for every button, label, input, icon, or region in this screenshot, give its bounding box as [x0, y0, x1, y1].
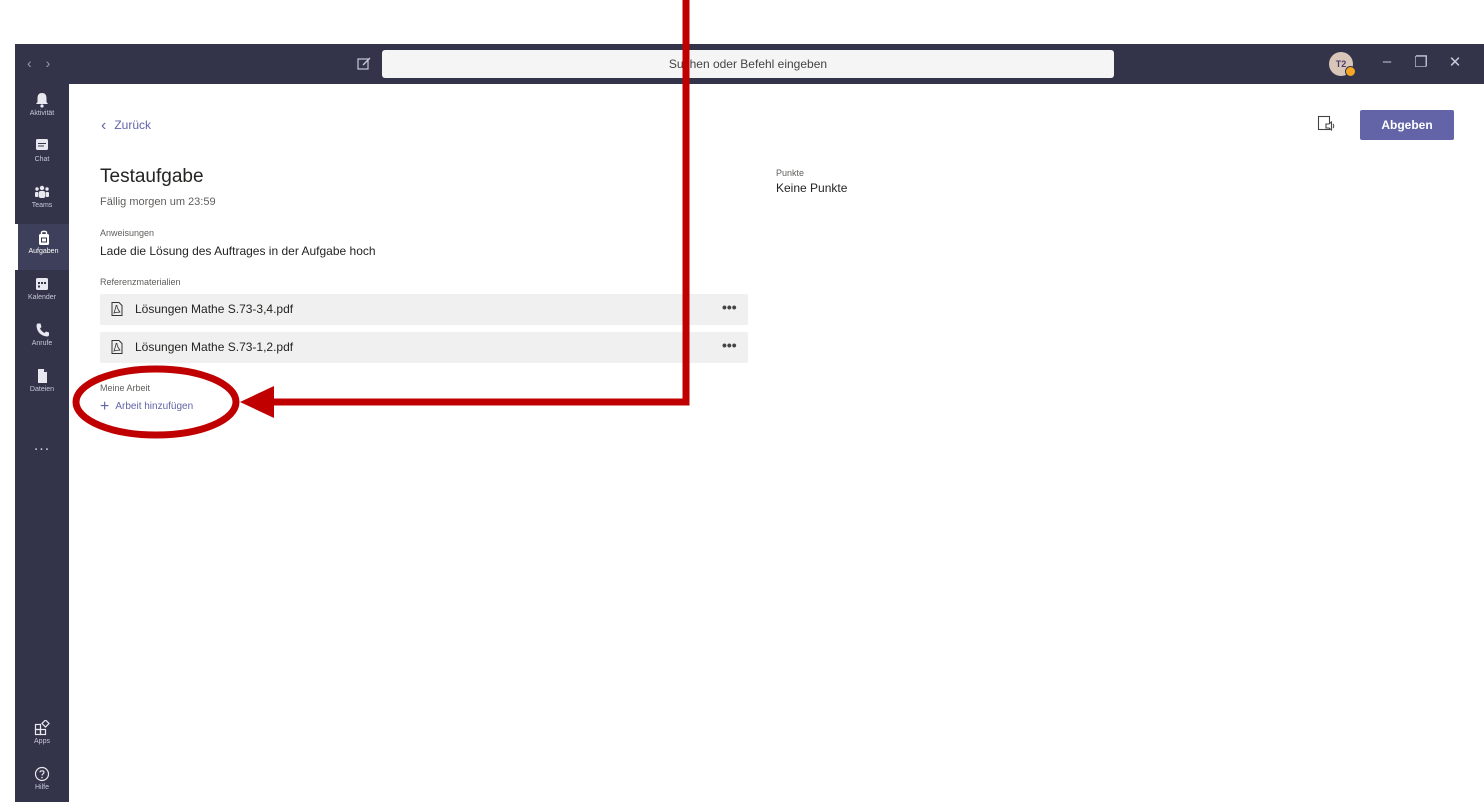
compose-icon[interactable] — [355, 55, 373, 73]
more-options-icon[interactable]: ••• — [722, 299, 737, 315]
sidebar-item-activity[interactable]: Aktivität — [15, 86, 69, 132]
bell-icon — [36, 93, 48, 108]
my-work-label: Meine Arbeit — [100, 383, 151, 393]
calendar-icon — [36, 278, 48, 290]
more-options-icon[interactable]: ••• — [722, 337, 737, 353]
pdf-file-icon — [111, 340, 123, 354]
sidebar-item-files[interactable]: Dateien — [15, 362, 69, 408]
immersive-reader-icon[interactable] — [1317, 115, 1335, 133]
sidebar-label: Kalender — [27, 294, 57, 301]
search-input[interactable]: Suchen oder Befehl eingeben — [382, 50, 1114, 78]
sidebar-label: Dateien — [29, 386, 55, 393]
app-bar: Aktivität Chat Teams Aufgaben Kalender A… — [15, 84, 69, 802]
back-link[interactable]: ‹ Zurück — [101, 117, 151, 135]
due-date: Fällig morgen um 23:59 — [100, 196, 216, 208]
sidebar-item-chat[interactable]: Chat — [15, 132, 69, 178]
files-icon — [38, 369, 47, 383]
assignments-icon — [38, 230, 49, 245]
chevron-left-icon: ‹ — [101, 117, 107, 134]
sidebar-label: Aktivität — [29, 110, 55, 117]
avatar[interactable]: T2 — [1329, 52, 1356, 77]
history-arrows[interactable]: ‹› — [27, 55, 64, 71]
title-bar: ‹› Suchen oder Befehl eingeben T2 – ❐ ✕ — [15, 44, 1484, 84]
chat-icon — [36, 139, 48, 150]
points-value: Keine Punkte — [776, 181, 848, 195]
back-label: Zurück — [114, 118, 152, 132]
sidebar-label: Hilfe — [34, 784, 49, 791]
apps-icon — [34, 720, 50, 736]
instructions-text: Lade die Lösung des Auftrages in der Auf… — [100, 244, 376, 258]
teams-window: ‹› Suchen oder Befehl eingeben T2 – ❐ ✕ … — [15, 44, 1484, 802]
add-work-label: Arbeit hinzufügen — [115, 401, 194, 412]
plus-icon: + — [100, 398, 110, 415]
sidebar-item-calls[interactable]: Anrufe — [15, 316, 69, 362]
submit-button[interactable]: Abgeben — [1360, 110, 1454, 140]
sidebar-item-teams[interactable]: Teams — [15, 178, 69, 224]
assignment-detail: ‹ Zurück Abgeben Testaufgabe Fällig morge… — [69, 84, 1484, 802]
pdf-file-icon — [111, 302, 123, 316]
sidebar-label: Apps — [34, 738, 50, 745]
reference-file[interactable]: Lösungen Mathe S.73-1,2.pdf ••• — [100, 332, 748, 363]
instructions-label: Anweisungen — [100, 228, 155, 238]
points-label: Punkte — [776, 168, 805, 178]
minimize-icon[interactable]: – — [1377, 53, 1397, 70]
sidebar-item-calendar[interactable]: Kalender — [15, 270, 69, 316]
restore-icon[interactable]: ❐ — [1411, 53, 1431, 71]
page-title: Testaufgabe — [100, 166, 204, 187]
sidebar-item-apps[interactable]: Apps — [15, 714, 69, 760]
sidebar-label: Chat — [34, 156, 50, 163]
add-work-button[interactable]: + Arbeit hinzufügen — [100, 398, 193, 416]
phone-icon — [36, 323, 49, 337]
reference-materials-label: Referenzmaterialien — [100, 277, 181, 287]
sidebar-label: Aufgaben — [28, 248, 59, 255]
close-icon[interactable]: ✕ — [1445, 53, 1465, 71]
avatar-initials: T2 — [1335, 59, 1347, 69]
sidebar-item-assignments[interactable]: Aufgaben — [15, 224, 69, 270]
help-icon — [34, 766, 50, 782]
file-name: Lösungen Mathe S.73-1,2.pdf — [135, 340, 294, 354]
sidebar-label: Anrufe — [31, 340, 53, 347]
teams-icon — [35, 185, 49, 198]
sidebar-item-help[interactable]: Hilfe — [15, 760, 69, 806]
more-apps-icon[interactable]: ... — [15, 437, 69, 455]
reference-file[interactable]: Lösungen Mathe S.73-3,4.pdf ••• — [100, 294, 748, 325]
file-name: Lösungen Mathe S.73-3,4.pdf — [135, 302, 294, 316]
presence-badge — [1345, 66, 1356, 77]
sidebar-label: Teams — [31, 202, 53, 209]
